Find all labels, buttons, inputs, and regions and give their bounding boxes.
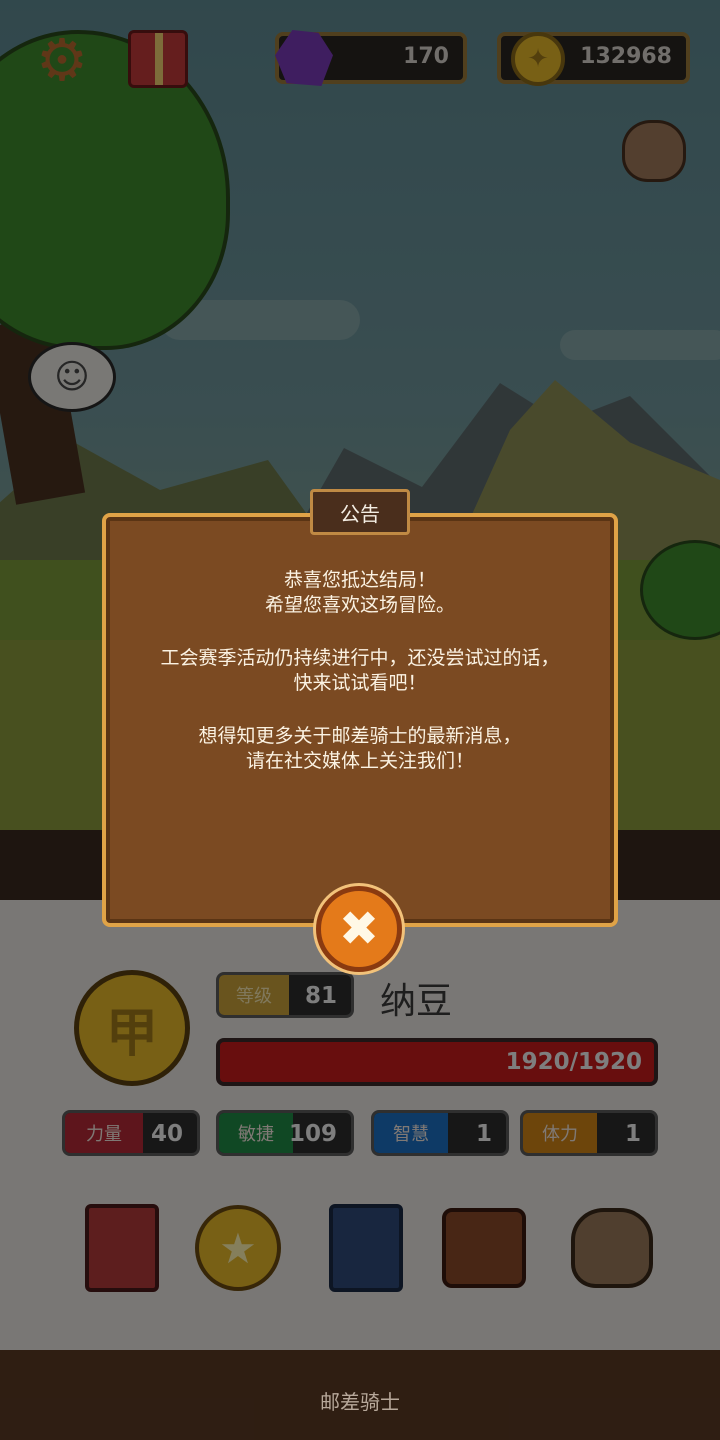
close-icon: ✖ <box>338 901 380 957</box>
dialog-line: 希望您喜欢这场冒险。 <box>264 594 455 616</box>
dialog-line: 请在社交媒体上关注我们！ <box>245 750 474 772</box>
dialog-title: 公告 <box>310 489 410 535</box>
close-button[interactable]: ✖ <box>316 886 402 972</box>
dialog-line: 恭喜您抵达结局！ <box>283 569 436 591</box>
dialog-line: 想得知更多关于邮差骑士的最新消息， <box>198 725 522 747</box>
dialog-body: 恭喜您抵达结局！ 希望您喜欢这场冒险。 工会赛季活动仍持续进行中，还没尝试过的话… <box>102 568 618 802</box>
dialog-line: 快来试试看吧！ <box>293 672 427 694</box>
dialog-line: 工会赛季活动仍持续进行中，还没尝试过的话， <box>160 647 560 669</box>
app-name: 邮差骑士 <box>320 1390 400 1414</box>
